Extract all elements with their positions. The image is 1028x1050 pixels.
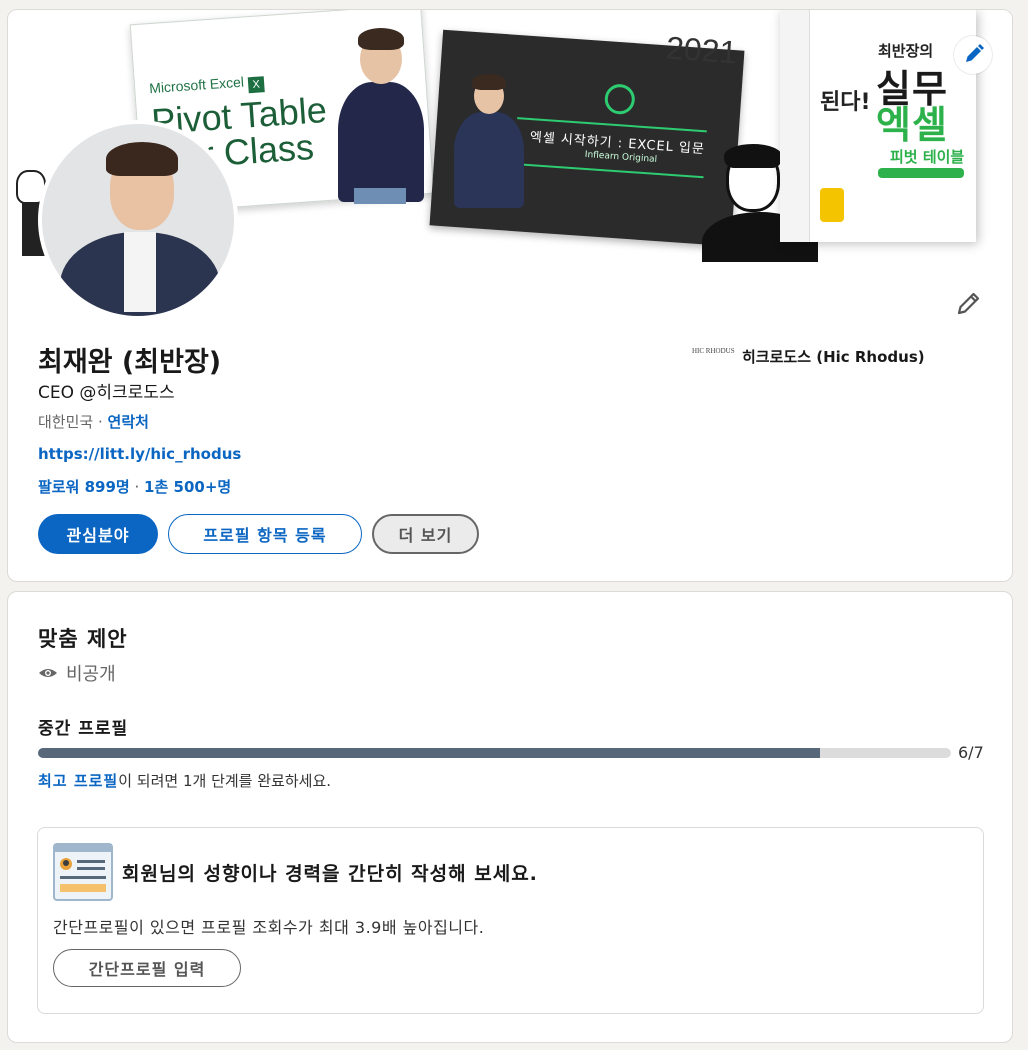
summary-suggestion-card: 회원님의 성향이나 경력을 간단히 작성해 보세요. 간단프로필이 있으면 프로… <box>37 827 984 1014</box>
pencil-icon <box>966 44 984 62</box>
profile-strength-bar <box>38 748 951 758</box>
book-cover: 된다! 최반장의 실무 엑셀 피벗 테이블 <box>780 10 976 242</box>
leaf-logo-icon <box>603 83 636 116</box>
excel-icon: X <box>247 76 265 94</box>
youtube-badge-icon <box>820 188 844 222</box>
edit-intro-button[interactable] <box>952 286 986 320</box>
network-stats: 팔로워 899명 · 1촌 500+명 <box>38 478 232 496</box>
add-profile-section-button[interactable]: 프로필 항목 등록 <box>168 514 362 554</box>
profile-avatar[interactable] <box>38 120 238 320</box>
profile-strength-hint: 최고 프로필이 되려면 1개 단계를 완료하세요. <box>38 772 332 790</box>
eye-icon <box>39 669 57 677</box>
profile-card: Microsoft Excel X Pivot Table ster Class … <box>7 9 1013 582</box>
profile-location: 대한민국 · 연락처 <box>38 413 149 431</box>
presenter-photo <box>330 20 430 204</box>
summary-suggestion-title: 회원님의 성향이나 경력을 간단히 작성해 보세요. <box>122 863 538 885</box>
interests-button[interactable]: 관심분야 <box>38 514 158 554</box>
pencil-icon <box>957 292 980 315</box>
profile-headline: CEO @히크로도스 <box>38 383 175 403</box>
suggestions-card: 맞춤 제안 비공개 중간 프로필 6/7 최고 프로필이 되려면 1개 단계를 … <box>7 591 1013 1043</box>
connections-link[interactable]: 1촌 500+명 <box>144 478 231 496</box>
presenter-photo-small <box>454 70 524 210</box>
summary-suggestion-description: 간단프로필이 있으면 프로필 조회수가 최대 3.9배 높아집니다. <box>53 918 485 937</box>
more-button[interactable]: 더 보기 <box>372 514 479 554</box>
profile-name: 최재완 (최반장) <box>38 347 222 378</box>
website-link[interactable]: https://litt.ly/hic_rhodus <box>38 445 241 463</box>
current-company[interactable]: HIC RHODUS 히크로도스 (Hic Rhodus) <box>692 346 925 367</box>
profile-strength-label: 중간 프로필 <box>38 719 129 739</box>
followers-link[interactable]: 팔로워 899명 <box>38 478 130 496</box>
company-name: 히크로도스 (Hic Rhodus) <box>742 348 925 366</box>
year-label: 2021 <box>664 29 739 71</box>
profile-strength-count: 6/7 <box>958 743 984 762</box>
profile-summary-icon <box>52 842 114 904</box>
edit-banner-button[interactable] <box>954 36 992 74</box>
company-logo: HIC RHODUS <box>692 346 735 355</box>
contact-info-link[interactable]: 연락처 <box>108 413 149 431</box>
visibility-label: 비공개 <box>38 660 116 686</box>
add-summary-button[interactable]: 간단프로필 입력 <box>53 949 241 987</box>
all-star-link[interactable]: 최고 프로필 <box>38 772 118 790</box>
suggestions-title: 맞춤 제안 <box>38 627 128 651</box>
